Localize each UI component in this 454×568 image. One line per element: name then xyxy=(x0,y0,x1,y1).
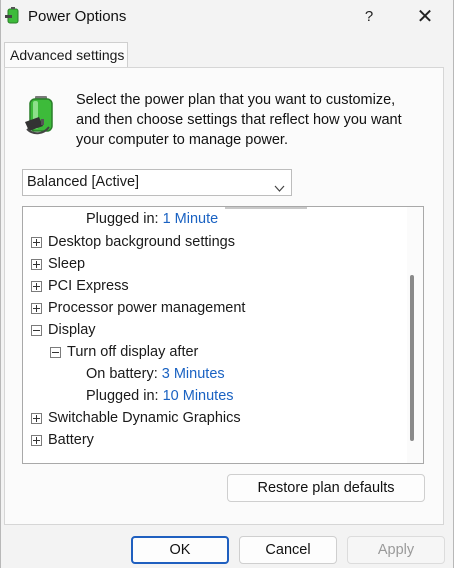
setting-value-link[interactable]: 1 Minute xyxy=(163,211,219,227)
apply-button[interactable]: Apply xyxy=(347,536,445,564)
title-bar: Power Options ? ✕ xyxy=(1,0,453,34)
ok-button[interactable]: OK xyxy=(131,536,229,564)
power-plan-dropdown[interactable]: Balanced [Active] xyxy=(22,169,292,196)
collapse-minus-icon[interactable] xyxy=(31,325,42,336)
settings-tree[interactable]: Plugged in: 1 Minute Desktop background … xyxy=(22,206,424,464)
chevron-down-icon xyxy=(274,178,285,192)
expand-plus-icon[interactable] xyxy=(31,259,42,270)
tree-row-turn-off-display[interactable]: Turn off display after xyxy=(50,341,198,363)
instructions-text: Select the power plan that you want to c… xyxy=(76,92,402,148)
expand-plus-icon[interactable] xyxy=(31,413,42,424)
tree-row-pci-express[interactable]: PCI Express xyxy=(31,275,129,297)
tree-row-desktop-background[interactable]: Desktop background settings xyxy=(31,231,235,253)
expand-plus-icon[interactable] xyxy=(31,435,42,446)
setting-label: On battery: xyxy=(86,366,158,382)
tree-scroll-indicator xyxy=(225,207,307,209)
tree-row-on-battery[interactable]: On battery: 3 Minutes xyxy=(86,363,225,385)
power-plan-selected-value: Balanced [Active] xyxy=(27,174,140,190)
power-options-window: Power Options ? ✕ Advanced settings Sele… xyxy=(0,0,454,568)
tree-row-switchable-graphics[interactable]: Switchable Dynamic Graphics xyxy=(31,407,241,429)
tab-advanced-settings[interactable]: Advanced settings xyxy=(4,42,128,68)
tree-row-display[interactable]: Display xyxy=(31,319,96,341)
restore-plan-defaults-button[interactable]: Restore plan defaults xyxy=(227,474,425,502)
setting-label: Switchable Dynamic Graphics xyxy=(48,410,241,426)
tree-row-plugged-in[interactable]: Plugged in: 1 Minute xyxy=(86,208,218,230)
setting-label: Processor power management xyxy=(48,300,246,316)
close-button[interactable]: ✕ xyxy=(413,6,437,28)
setting-value-link[interactable]: 3 Minutes xyxy=(162,366,225,382)
tree-row-sleep[interactable]: Sleep xyxy=(31,253,85,275)
expand-plus-icon[interactable] xyxy=(31,303,42,314)
tree-row-plugged-in-display[interactable]: Plugged in: 10 Minutes xyxy=(86,385,234,407)
collapse-minus-icon[interactable] xyxy=(50,347,61,358)
setting-label: Display xyxy=(48,322,96,338)
setting-label: Desktop background settings xyxy=(48,234,235,250)
help-button[interactable]: ? xyxy=(357,6,381,28)
tree-row-processor-power[interactable]: Processor power management xyxy=(31,297,245,319)
setting-label: Sleep xyxy=(48,256,86,272)
setting-label: Plugged in: xyxy=(86,388,159,404)
battery-plug-icon xyxy=(25,95,65,137)
expand-plus-icon[interactable] xyxy=(31,237,42,248)
tree-row-battery[interactable]: Battery xyxy=(31,429,94,451)
scrollbar-thumb[interactable] xyxy=(410,275,414,441)
setting-value-link[interactable]: 10 Minutes xyxy=(163,388,234,404)
power-options-app-icon xyxy=(5,6,21,24)
setting-label: Turn off display after xyxy=(67,344,199,360)
cancel-button[interactable]: Cancel xyxy=(239,536,337,564)
setting-label: PCI Express xyxy=(48,278,129,294)
setting-label: Battery xyxy=(48,432,94,448)
expand-plus-icon[interactable] xyxy=(31,281,42,292)
window-title: Power Options xyxy=(28,8,127,25)
setting-label: Plugged in: xyxy=(86,211,159,227)
